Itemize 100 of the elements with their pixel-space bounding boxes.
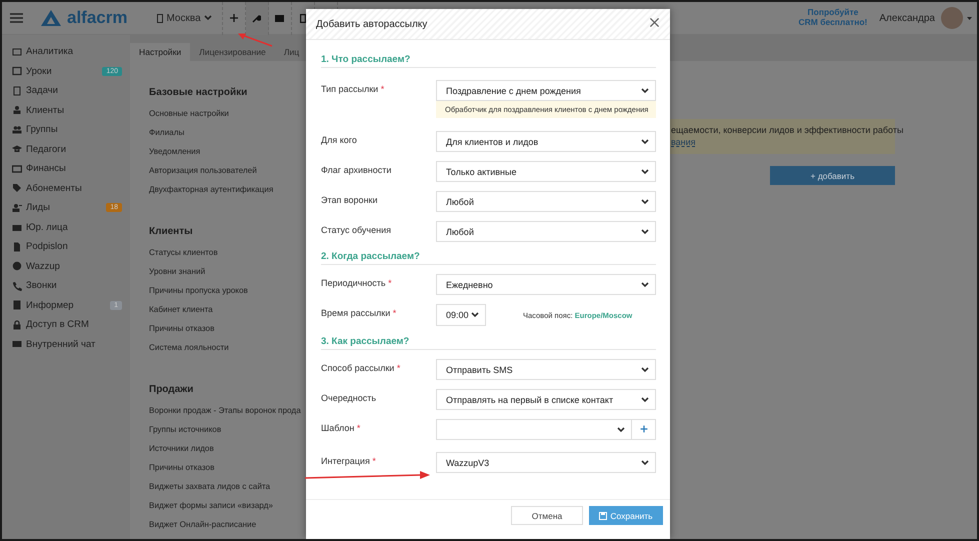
notice-text: ещаемости, конверсии лидов и эффективности работы (671, 125, 904, 135)
field-label: Способ рассылки * (321, 362, 402, 375)
settings-link[interactable]: Причины отказов (149, 324, 306, 343)
sidebar-item[interactable]: Задачи (26, 85, 122, 96)
field-label: Время рассылки * (321, 307, 398, 320)
chevron-down-icon (617, 426, 625, 432)
time-select[interactable]: 09:00 (436, 304, 486, 326)
annotation-arrow (238, 32, 274, 48)
logo-icon (41, 10, 61, 26)
chevron-down-icon (471, 312, 479, 318)
user-name[interactable]: Александра (879, 12, 935, 24)
sidebar-item[interactable]: Podpislon (26, 241, 122, 252)
tag-icon (12, 183, 22, 194)
menu-icon[interactable] (10, 13, 23, 23)
field-label: Периодичность * (321, 277, 393, 290)
floppy-icon (599, 512, 608, 520)
settings-link[interactable]: Виджет формы записи «визард» (149, 501, 306, 520)
sidebar-item[interactable]: Абонементы (26, 182, 122, 194)
select-field[interactable]: Отправлять на первый в списке контакт (436, 389, 656, 410)
section-title: 1. Что рассылаем? (321, 54, 656, 68)
settings-link[interactable]: Причины пропуска уроков (149, 286, 306, 305)
chevron-down-icon (641, 168, 649, 174)
settings-link[interactable]: Система лояльности (149, 343, 306, 362)
settings-link[interactable]: Источники лидов (149, 444, 306, 463)
plus-icon (638, 424, 648, 434)
sidebar-item[interactable]: Внутренний чат (26, 338, 122, 350)
field-label: Статус обучения (321, 224, 392, 237)
chevron-down-icon (641, 138, 649, 144)
field-label: Этап воронки (321, 194, 379, 207)
field-label: Для кого (321, 134, 358, 147)
sidebar-item[interactable]: Wazzup (26, 260, 122, 272)
tab[interactable]: Настройки (130, 43, 190, 61)
chevron-down-icon (641, 198, 649, 204)
promo-link[interactable]: Попробуйте CRM бесплатно! (798, 8, 868, 28)
select-field[interactable]: Любой (436, 221, 656, 242)
settings-link[interactable]: Двухфакторная аутентификация (149, 185, 306, 204)
settings-link[interactable]: Статусы клиентов (149, 248, 306, 267)
chevron-down-icon (641, 396, 649, 402)
select-field[interactable]: Для клиентов и лидов (436, 131, 656, 152)
select-field[interactable]: Отправить SMS (436, 359, 656, 380)
sidebar-item[interactable]: Группы (26, 124, 122, 136)
plus-icon (230, 14, 238, 22)
sidebar-item[interactable]: Лиды (26, 202, 102, 214)
select-field[interactable] (436, 419, 656, 440)
settings-link[interactable]: Кабинет клиента (149, 305, 306, 324)
settings-link[interactable]: Виджет Онлайн-расписание (149, 520, 306, 539)
settings-link[interactable]: Уведомления (149, 147, 306, 166)
file-icon (12, 242, 22, 252)
settings-link[interactable]: Группы источников (149, 425, 306, 444)
sidebar-item[interactable]: Клиенты (26, 104, 122, 116)
select-field[interactable]: Поздравление с днем рождения (436, 80, 656, 101)
brand-logo: alfacrm (67, 8, 128, 28)
chevron-down-icon (641, 228, 649, 234)
settings-link[interactable]: Основные настройки (149, 109, 306, 128)
sidebar-item[interactable]: Уроки (26, 66, 98, 77)
notice-link[interactable]: вания (671, 137, 696, 147)
settings-link[interactable]: Уровни знаний (149, 267, 306, 286)
group-heading: Клиенты (149, 226, 194, 237)
sidebar-item[interactable]: Финансы (26, 163, 122, 174)
select-field[interactable]: Ежедневно (436, 274, 656, 295)
settings-link[interactable]: Авторизация пользователей (149, 166, 306, 185)
settings-link[interactable]: Виджеты захвата лидов с сайта (149, 482, 306, 501)
chevron-down-icon (641, 282, 649, 288)
chevron-down-icon (204, 15, 212, 21)
sidebar-item[interactable]: Юр. лица (26, 222, 122, 233)
sidebar-item[interactable]: Доступ в CRM (26, 319, 122, 330)
user-icon (12, 105, 22, 116)
chevron-down-icon (641, 88, 649, 94)
section-title: 2. Когда рассылаем? (321, 251, 656, 265)
modal-title: Добавить авторассылку (316, 18, 428, 30)
group-heading: Продажи (149, 384, 194, 395)
tab[interactable]: Лиц (274, 43, 308, 61)
settings-link[interactable]: Филиалы (149, 128, 306, 147)
select-field[interactable]: WazzupV3 (436, 452, 656, 473)
sidebar-item[interactable]: Педагоги (26, 144, 122, 155)
cap-icon (12, 144, 22, 154)
sidebar-item[interactable]: Информер (26, 300, 106, 311)
add-button[interactable]: + добавить (770, 166, 895, 185)
chevron-down-icon (641, 460, 649, 466)
select-field[interactable]: Только активные (436, 161, 656, 182)
save-button[interactable]: Сохранить (589, 506, 663, 525)
sidebar-item[interactable]: Аналитика (26, 46, 122, 58)
settings-link[interactable]: Воронки продаж - Этапы воронок прода (149, 406, 306, 425)
group-heading: Базовые настройки (149, 87, 248, 98)
caret-icon (967, 16, 972, 20)
field-label: Шаблон * (321, 422, 362, 435)
chevron-down-icon (641, 366, 649, 372)
lock-icon (12, 320, 22, 330)
settings-link[interactable]: Причины отказов (149, 463, 306, 482)
settings-button[interactable] (246, 2, 269, 34)
field-label: Интеграция * (321, 455, 377, 468)
select-field[interactable]: Любой (436, 191, 656, 212)
users-icon (12, 124, 22, 135)
section-title: 3. Как рассылаем? (321, 336, 656, 350)
cancel-button[interactable]: Отмена (511, 506, 583, 525)
field-label: Тип рассылки * (321, 83, 386, 96)
sidebar-item[interactable]: Звонки (26, 280, 122, 292)
userplus-icon (12, 202, 22, 213)
field-label: Очередность (321, 392, 378, 405)
tab[interactable]: Лицензирование (190, 43, 275, 61)
